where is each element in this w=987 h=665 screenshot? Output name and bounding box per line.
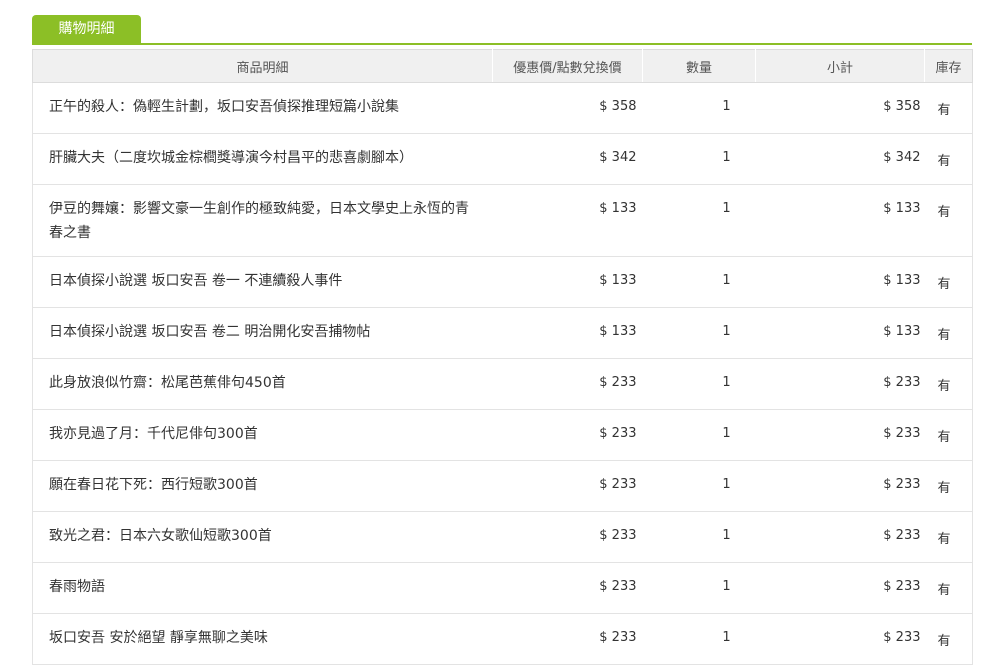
column-header-product: 商品明細 (32, 49, 493, 83)
product-price: $ 233 (492, 511, 643, 563)
product-quantity: 1 (642, 409, 756, 461)
product-quantity: 1 (642, 307, 756, 359)
product-stock: 有 (924, 409, 973, 461)
product-price: $ 233 (492, 613, 643, 665)
product-quantity: 1 (642, 133, 756, 185)
product-name[interactable]: 肝臟大夫（二度坎城金棕櫚獎導演今村昌平的悲喜劇腳本） (32, 133, 493, 185)
product-stock: 有 (924, 358, 973, 410)
product-name[interactable]: 日本偵探小說選 坂口安吾 卷一 不連續殺人事件 (32, 256, 493, 308)
table-row: 正午的殺人：偽輕生計劃，坂口安吾偵探推理短篇小說集 $ 358 1 $ 358 有 (32, 82, 973, 134)
product-price: $ 342 (492, 133, 643, 185)
table-row: 我亦見過了月：千代尼俳句300首 $ 233 1 $ 233 有 (32, 409, 973, 461)
product-subtotal: $ 342 (755, 133, 925, 185)
product-price: $ 233 (492, 409, 643, 461)
product-quantity: 1 (642, 256, 756, 308)
product-name[interactable]: 正午的殺人：偽輕生計劃，坂口安吾偵探推理短篇小說集 (32, 82, 493, 134)
product-stock: 有 (924, 256, 973, 308)
cart-body: 正午的殺人：偽輕生計劃，坂口安吾偵探推理短篇小說集 $ 358 1 $ 358 有肝臟大… (32, 82, 973, 665)
table-header-row: 商品明細 優惠價/點數兌換價 數量 小計 庫存 (32, 49, 973, 83)
product-subtotal: $ 358 (755, 82, 925, 134)
product-quantity: 1 (642, 613, 756, 665)
table-row: 春雨物語 $ 233 1 $ 233 有 (32, 562, 973, 614)
product-price: $ 233 (492, 562, 643, 614)
product-name[interactable]: 致光之君：日本六女歌仙短歌300首 (32, 511, 493, 563)
product-stock: 有 (924, 184, 973, 257)
product-name[interactable]: 願在春日花下死：西行短歌300首 (32, 460, 493, 512)
product-subtotal: $ 233 (755, 511, 925, 563)
column-header-quantity: 數量 (642, 49, 756, 83)
product-name[interactable]: 伊豆的舞孃：影響文豪一生創作的極致純愛，日本文學史上永恆的青春之書 (32, 184, 493, 257)
table-row: 日本偵探小說選 坂口安吾 卷一 不連續殺人事件 $ 133 1 $ 133 有 (32, 256, 973, 308)
product-subtotal: $ 233 (755, 460, 925, 512)
table-row: 願在春日花下死：西行短歌300首 $ 233 1 $ 233 有 (32, 460, 973, 512)
column-header-price: 優惠價/點數兌換價 (492, 49, 643, 83)
table-row: 此身放浪似竹齋：松尾芭蕉俳句450首 $ 233 1 $ 233 有 (32, 358, 973, 410)
product-quantity: 1 (642, 184, 756, 257)
product-stock: 有 (924, 613, 973, 665)
product-quantity: 1 (642, 82, 756, 134)
product-price: $ 233 (492, 358, 643, 410)
product-subtotal: $ 233 (755, 358, 925, 410)
product-price: $ 133 (492, 256, 643, 308)
product-quantity: 1 (642, 511, 756, 563)
product-stock: 有 (924, 562, 973, 614)
product-quantity: 1 (642, 460, 756, 512)
product-price: $ 133 (492, 307, 643, 359)
product-name[interactable]: 坂口安吾 安於絕望 靜享無聊之美味 (32, 613, 493, 665)
product-stock: 有 (924, 133, 973, 185)
table-row: 伊豆的舞孃：影響文豪一生創作的極致純愛，日本文學史上永恆的青春之書 $ 133 1 $… (32, 184, 973, 257)
product-subtotal: $ 233 (755, 562, 925, 614)
product-stock: 有 (924, 307, 973, 359)
column-header-subtotal: 小計 (755, 49, 925, 83)
product-subtotal: $ 133 (755, 184, 925, 257)
product-name[interactable]: 日本偵探小說選 坂口安吾 卷二 明治開化安吾捕物帖 (32, 307, 493, 359)
product-subtotal: $ 133 (755, 307, 925, 359)
cart-table: 商品明細 優惠價/點數兌換價 數量 小計 庫存 正午的殺人：偽輕生計劃，坂口安吾… (32, 49, 973, 665)
product-name[interactable]: 我亦見過了月：千代尼俳句300首 (32, 409, 493, 461)
tab-shopping-details[interactable]: 購物明細 (32, 15, 141, 44)
product-subtotal: $ 233 (755, 409, 925, 461)
table-row: 日本偵探小說選 坂口安吾 卷二 明治開化安吾捕物帖 $ 133 1 $ 133 有 (32, 307, 973, 359)
product-stock: 有 (924, 511, 973, 563)
product-price: $ 233 (492, 460, 643, 512)
product-subtotal: $ 133 (755, 256, 925, 308)
column-header-stock: 庫存 (924, 49, 973, 83)
product-stock: 有 (924, 82, 973, 134)
product-name[interactable]: 春雨物語 (32, 562, 493, 614)
table-row: 致光之君：日本六女歌仙短歌300首 $ 233 1 $ 233 有 (32, 511, 973, 563)
product-name[interactable]: 此身放浪似竹齋：松尾芭蕉俳句450首 (32, 358, 493, 410)
product-quantity: 1 (642, 358, 756, 410)
product-subtotal: $ 233 (755, 613, 925, 665)
product-price: $ 133 (492, 184, 643, 257)
tab-strip: 購物明細 (32, 15, 972, 45)
table-row: 坂口安吾 安於絕望 靜享無聊之美味 $ 233 1 $ 233 有 (32, 613, 973, 665)
product-price: $ 358 (492, 82, 643, 134)
table-row: 肝臟大夫（二度坎城金棕櫚獎導演今村昌平的悲喜劇腳本） $ 342 1 $ 342 有 (32, 133, 973, 185)
product-quantity: 1 (642, 562, 756, 614)
product-stock: 有 (924, 460, 973, 512)
